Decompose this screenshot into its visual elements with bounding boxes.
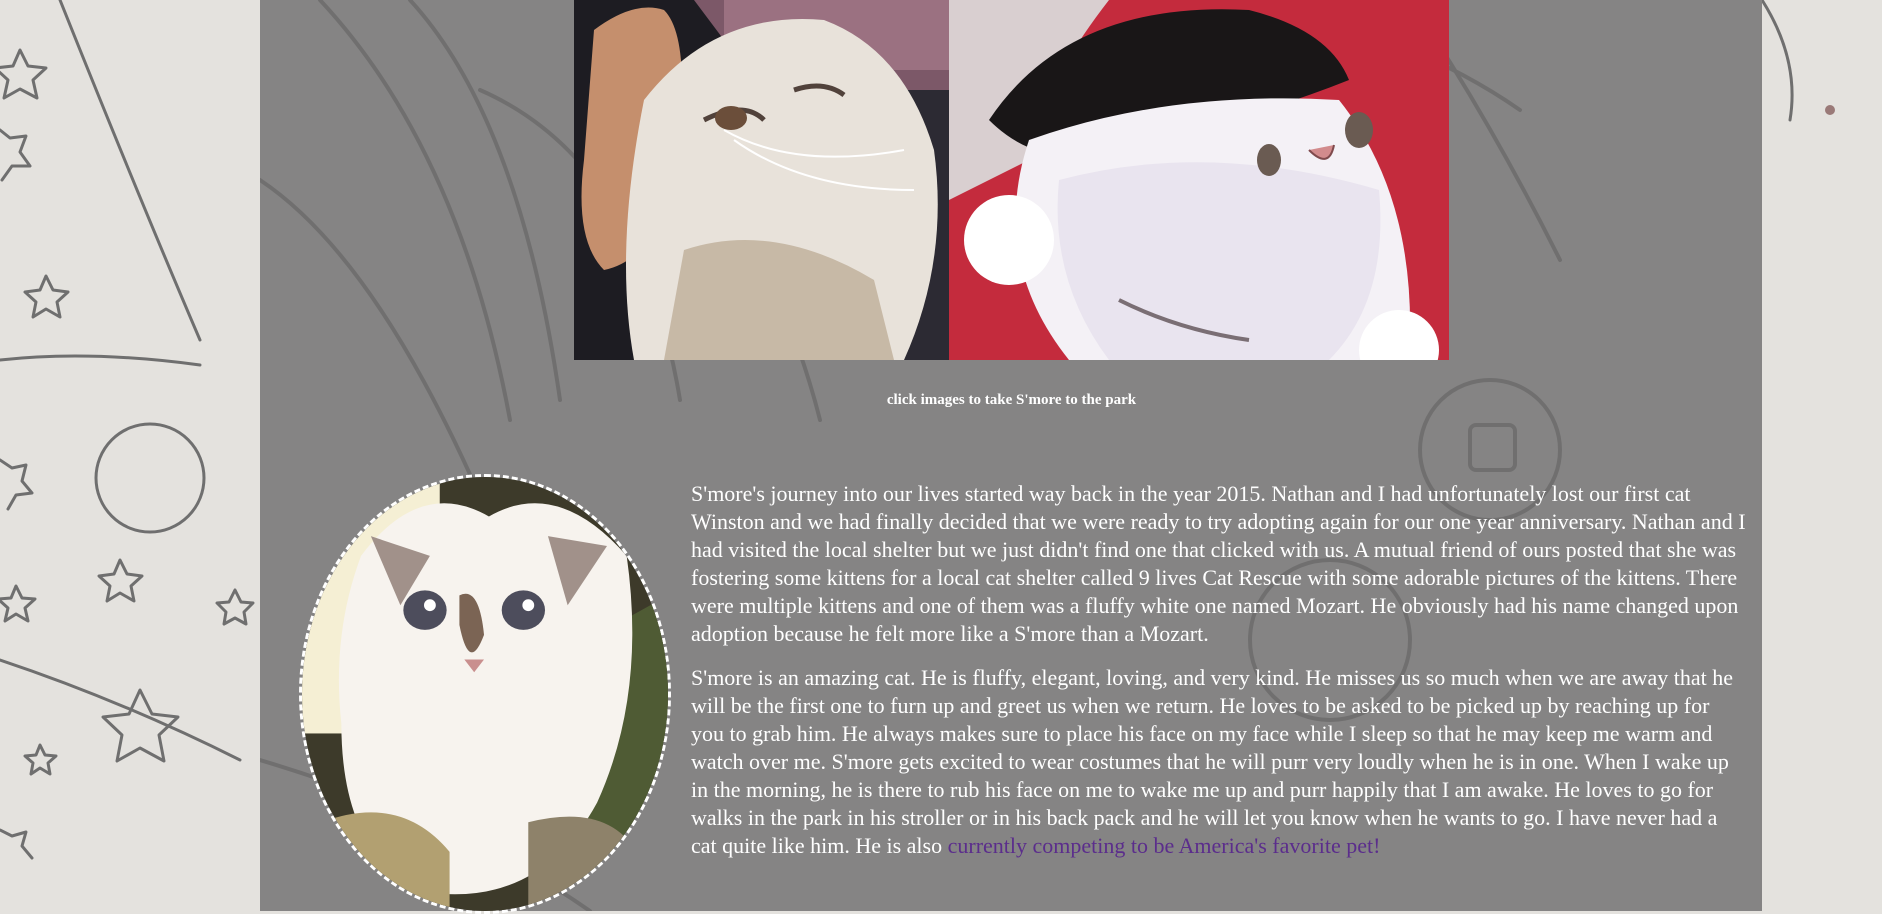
smore-story: S'more's journey into our lives started … bbox=[691, 480, 1746, 876]
smore-chin-scratch-photo[interactable] bbox=[574, 0, 949, 360]
story-paragraph-2-text: S'more is an amazing cat. He is fluffy, … bbox=[691, 665, 1733, 858]
smore-costume-photo[interactable] bbox=[949, 0, 1449, 360]
smore-chin-scratch-image bbox=[574, 0, 949, 360]
smore-kitten-image bbox=[302, 477, 668, 911]
story-paragraph-1: S'more's journey into our lives started … bbox=[691, 481, 1746, 646]
gallery-caption: click images to take S'more to the park bbox=[886, 392, 1137, 408]
smore-costume-image bbox=[949, 0, 1449, 360]
favorite-pet-contest-link[interactable]: currently competing to be America's favo… bbox=[948, 833, 1381, 858]
story-paragraph-2: S'more is an amazing cat. He is fluffy, … bbox=[691, 664, 1746, 860]
smore-kitten-oval-photo bbox=[299, 474, 671, 914]
